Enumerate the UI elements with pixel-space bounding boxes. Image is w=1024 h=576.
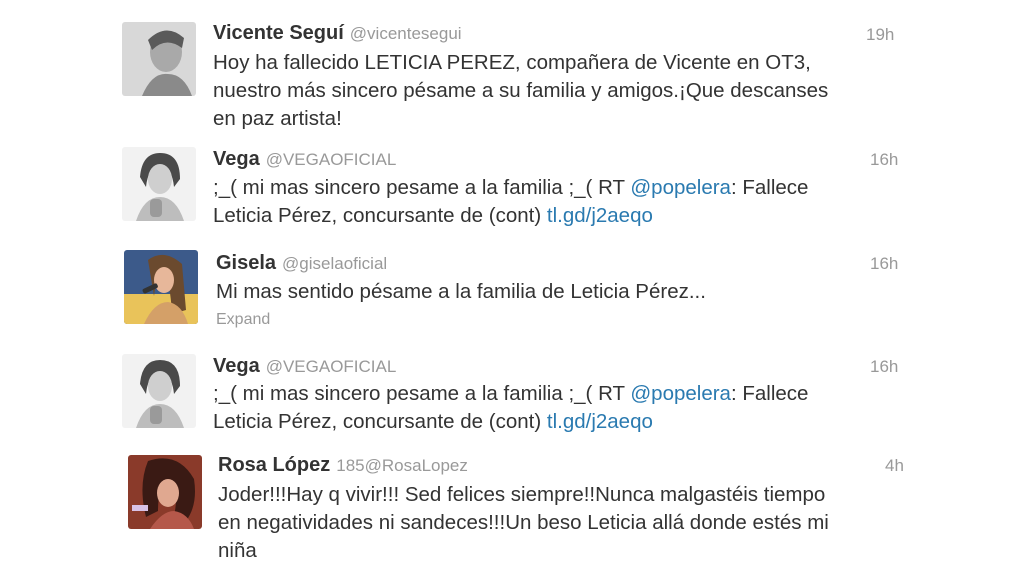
tweet-text-line: niña (218, 539, 257, 562)
tweet-text-line: Hoy ha fallecido LETICIA PEREZ, compañer… (213, 51, 811, 74)
url-link[interactable]: tl.gd/j2aeqo (547, 204, 653, 227)
author-name[interactable]: Vicente Seguí @vicentesegui (213, 22, 462, 45)
tweet-text-line: Mi mas sentido pésame a la familia de Le… (216, 280, 706, 303)
avatar[interactable] (122, 147, 196, 221)
tweet-rosa: Rosa López 185@RosaLopez 4h Joder!!!Hay q… (0, 445, 1024, 576)
avatar-vicente-icon (122, 22, 196, 96)
avatar[interactable] (124, 250, 198, 324)
avatar-gisela-icon (124, 250, 198, 324)
tweet-vicente: Vicente Seguí @vicentesegui 19h Hoy ha fa… (0, 0, 1024, 140)
tweet-text: Hoy ha fallecido LETICIA PEREZ, compañer… (213, 49, 828, 133)
author-handle[interactable]: @vicentesegui (350, 24, 462, 43)
avatar-vega-icon (122, 147, 196, 221)
tweet-vega: Vega @VEGAOFICIAL 16h ;_( mi mas sincero … (0, 340, 1024, 445)
tweet-text-line: Leticia Pérez, concursante de (cont) tl.… (213, 204, 653, 227)
tweet-text-line: ;_( mi mas sincero pesame a la familia ;… (213, 382, 809, 405)
author-handle[interactable]: @VEGAOFICIAL (266, 150, 397, 169)
tweet-text-line: nuestro más sincero pésame a su familia … (213, 79, 829, 102)
avatar-vega-icon (122, 354, 196, 428)
avatar[interactable] (128, 455, 202, 529)
tweet-text: ;_( mi mas sincero pesame a la familia ;… (213, 174, 808, 230)
tweet-text-line: Leticia Pérez, concursante de (cont) tl.… (213, 410, 653, 433)
author-name[interactable]: Vega @VEGAOFICIAL (213, 355, 396, 378)
avatar[interactable] (122, 22, 196, 96)
tweet-text-line: Joder!!!Hay q vivir!!! Sed felices siemp… (218, 483, 826, 506)
tweet-gisela: Gisela @giselaoficial 16h Mi mas sentido … (0, 240, 1024, 340)
author-name[interactable]: Gisela @giselaoficial (216, 252, 387, 275)
tweet-text-line: en negatividades ni sandeces!!!Un beso L… (218, 511, 829, 534)
author-name[interactable]: Rosa López 185@RosaLopez (218, 454, 468, 477)
timestamp[interactable]: 16h (870, 254, 898, 274)
tweet-vega: Vega @VEGAOFICIAL 16h ;_( mi mas sincero … (0, 140, 1024, 240)
timestamp[interactable]: 19h (866, 25, 894, 45)
tweet-text: Mi mas sentido pésame a la familia de Le… (216, 278, 706, 306)
author-handle[interactable]: 185@RosaLopez (336, 456, 468, 475)
tweet-text: ;_( mi mas sincero pesame a la familia ;… (213, 380, 808, 436)
timestamp[interactable]: 16h (870, 357, 898, 377)
avatar[interactable] (122, 354, 196, 428)
tweet-text-line: en paz artista! (213, 107, 342, 130)
timestamp[interactable]: 16h (870, 150, 898, 170)
author-name[interactable]: Vega @VEGAOFICIAL (213, 148, 396, 171)
tweet-text-line: ;_( mi mas sincero pesame a la familia ;… (213, 176, 809, 199)
avatar-rosa-icon (128, 455, 202, 529)
author-handle[interactable]: @VEGAOFICIAL (266, 357, 397, 376)
mention-link[interactable]: @popelera (630, 382, 731, 405)
timestamp[interactable]: 4h (885, 456, 904, 476)
tweet-text: Joder!!!Hay q vivir!!! Sed felices siemp… (218, 481, 829, 565)
author-handle[interactable]: @giselaoficial (282, 254, 387, 273)
url-link[interactable]: tl.gd/j2aeqo (547, 410, 653, 433)
expand-link[interactable]: Expand (216, 311, 270, 329)
mention-link[interactable]: @popelera (630, 176, 731, 199)
